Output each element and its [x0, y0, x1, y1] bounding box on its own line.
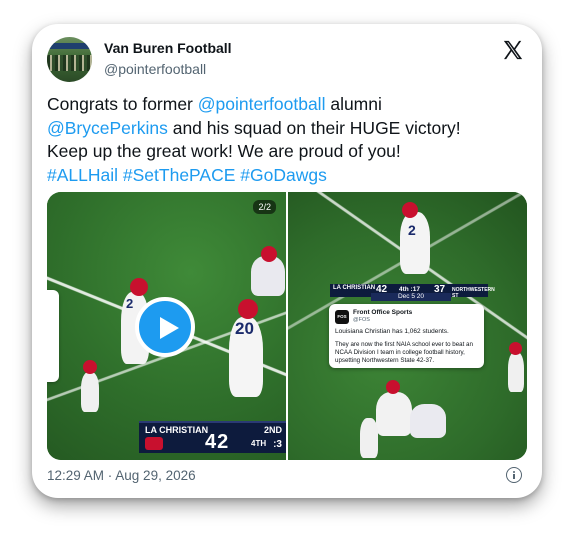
player-figure	[360, 418, 378, 458]
timestamp[interactable]: 12:29 AM · Aug 29, 2026	[47, 468, 196, 483]
embedded-text-line2: They are now the first NAIA school ever …	[335, 341, 473, 364]
play-icon	[160, 317, 179, 339]
tweet-text-part: and his squad on their HUGE victory!	[167, 117, 461, 138]
score-quarter: 4TH	[251, 439, 267, 448]
player-helmet	[261, 246, 277, 262]
tweet-text-part: Congrats to former	[47, 94, 198, 114]
score-team: LA CHRISTIAN	[145, 425, 209, 435]
embedded-author-handle: @FOS	[353, 317, 370, 323]
score-clock: :3	[273, 439, 282, 450]
author-name[interactable]: Van Buren Football	[104, 40, 232, 56]
player-helmet	[83, 360, 97, 374]
left-edge-panel	[47, 290, 59, 382]
mention-bryceperkins[interactable]: @BrycePerkins	[47, 118, 168, 138]
hashtag-allhail[interactable]: #ALLHail	[47, 165, 118, 185]
player-figure	[508, 352, 524, 392]
scoreboard-left: LA CHRISTIAN 42 2ND 4TH :3	[139, 421, 286, 453]
info-icon[interactable]	[506, 467, 522, 483]
player-helmet	[402, 202, 418, 218]
media-counter: 2/2	[253, 200, 276, 214]
player-figure	[251, 256, 285, 296]
hashtag-godawgs[interactable]: #GoDawgs	[240, 165, 327, 185]
score-team-left: LA CHRISTIAN	[333, 285, 376, 291]
score-quarter-label: 2ND	[263, 425, 282, 435]
player-helmet	[238, 299, 258, 319]
video-frame-left[interactable]: 2 20 LA CHRISTIAN 42 2ND 4TH :3	[47, 192, 286, 460]
tweet-text: Congrats to former @pointerfootball alum…	[47, 93, 527, 187]
jersey-number: 20	[235, 319, 254, 338]
hashtag-setthepace[interactable]: #SetThePACE	[123, 165, 236, 185]
embedded-text-line1: Louisiana Christian has 1,062 students.	[335, 328, 449, 335]
score-value: 42	[205, 431, 230, 453]
avatar-crowd	[47, 55, 92, 71]
video-frame-right[interactable]: 2 LA CHRISTIAN 42 4th :17 37 NORTHWESTER…	[288, 192, 527, 460]
player-figure	[81, 372, 99, 412]
avatar[interactable]	[47, 37, 92, 82]
team-logo-icon	[145, 437, 163, 450]
player-helmet	[509, 342, 522, 355]
embedded-author-name: Front Office Sports	[353, 309, 413, 316]
score-team-right: NORTHWESTERN ST	[452, 287, 495, 299]
fos-logo-icon: FOS	[335, 310, 349, 324]
player-figure	[410, 404, 446, 438]
player-figure	[376, 392, 412, 436]
avatar-band	[47, 43, 92, 49]
player-helmet	[386, 380, 400, 394]
tweet-card: Van Buren Football @pointerfootball Cong…	[32, 24, 542, 498]
tweet-text-part: alumni	[325, 94, 382, 114]
play-button[interactable]	[135, 297, 195, 357]
author-handle[interactable]: @pointerfootball	[104, 61, 206, 77]
x-logo-icon[interactable]	[502, 39, 524, 61]
player-helmet	[130, 278, 148, 296]
media-container[interactable]: 2 20 LA CHRISTIAN 42 2ND 4TH :3 2/2 2 LA…	[47, 192, 527, 460]
jersey-number: 2	[126, 296, 134, 311]
tweet-text-part: Keep up the great work! We are proud of …	[47, 141, 401, 161]
mention-pointerfootball[interactable]: @pointerfootball	[198, 94, 326, 114]
jersey-number: 2	[408, 222, 416, 238]
scoreboard-subbar: Dec 5 20	[371, 293, 451, 301]
embedded-post-card: FOS Front Office Sports @FOS Louisiana C…	[329, 304, 484, 368]
score-clock: 4th :17	[399, 286, 420, 293]
